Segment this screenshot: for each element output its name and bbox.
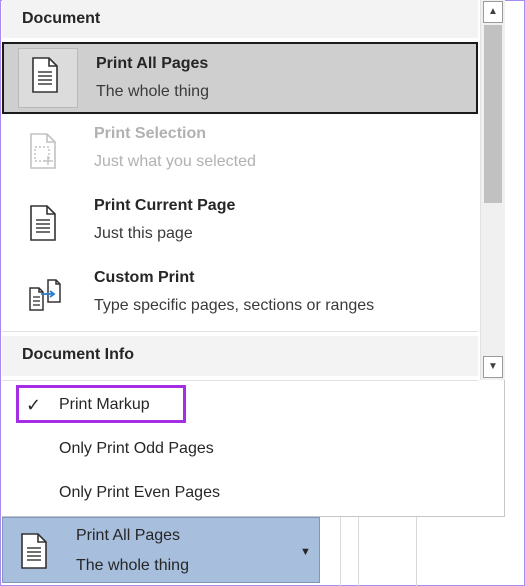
scroll-down-button[interactable]: ▼ [483,356,503,378]
page-icon [21,533,47,569]
item-title: Custom Print [94,269,195,286]
item-title: Print All Pages [96,55,209,72]
highlight-outline [16,385,186,423]
custom-print-icon [29,279,61,311]
option-only-print-odd-pages[interactable]: Only Print Odd Pages [2,429,478,469]
selection-page-icon [30,133,56,169]
item-subtitle: Just what you selected [94,153,256,170]
item-title: Print Selection [94,125,207,142]
item-subtitle: Just this page [94,225,193,242]
print-options-dropdown: Document Print All Pages The whole thing… [2,0,505,517]
divider [2,331,478,332]
scroll-thumb[interactable] [484,25,502,203]
menu-item-print-all-pages[interactable]: Print All Pages The whole thing [2,42,478,114]
option-label: Only Print Odd Pages [59,440,214,457]
print-range-dropdown-button[interactable]: Print All Pages The whole thing ▼ [2,517,320,583]
button-title: Print All Pages [76,527,181,544]
option-label: Only Print Even Pages [59,484,220,501]
menu-item-print-selection[interactable]: Print Selection Just what you selected [2,114,478,186]
divider [2,380,478,381]
page-icon [30,205,56,241]
page-icon [32,57,58,93]
scroll-up-button[interactable]: ▲ [483,1,503,23]
section-header-document-info: Document Info [2,336,478,376]
section-header-document: Document [2,0,478,38]
item-subtitle: The whole thing [96,83,209,100]
option-only-print-even-pages[interactable]: Only Print Even Pages [2,473,478,513]
menu-item-print-current-page[interactable]: Print Current Page Just this page [2,186,478,258]
scrollbar[interactable]: ▲ ▼ [480,0,505,380]
item-title: Print Current Page [94,197,236,214]
chevron-down-icon: ▼ [300,546,311,558]
button-subtitle: The whole thing [76,557,189,574]
item-subtitle: Type specific pages, sections or ranges [94,297,375,314]
menu-item-custom-print[interactable]: Custom Print Type specific pages, sectio… [2,258,478,330]
